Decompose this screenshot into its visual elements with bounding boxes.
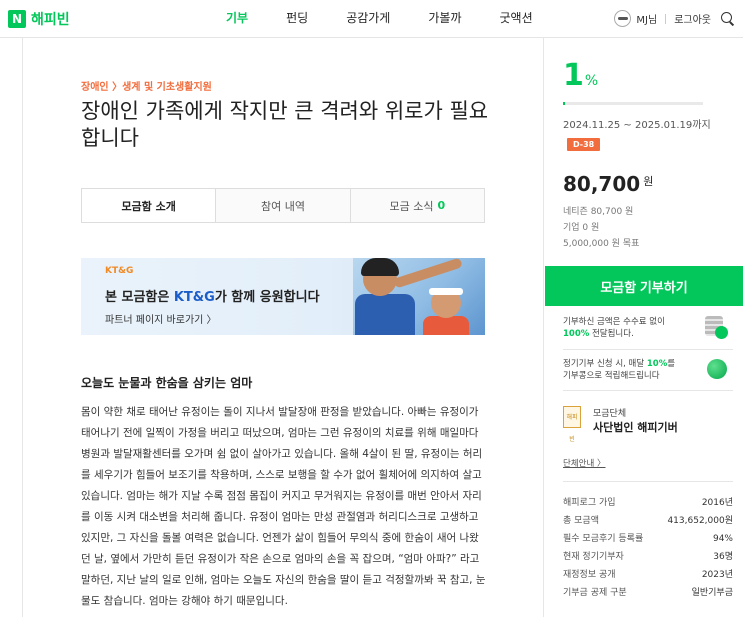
- menu-funding[interactable]: 펀딩: [286, 0, 308, 37]
- child-figure: [355, 294, 415, 335]
- story-heading: 오늘도 눈물과 한숨을 삼키는 엄마: [81, 376, 253, 390]
- stat-label: 총 모금액: [563, 516, 599, 526]
- stat-row: 필수 모금후기 등록률 94%: [563, 530, 733, 548]
- raised-amount: 80,700 원: [563, 172, 653, 196]
- ktg-logo: KT&G: [105, 266, 133, 276]
- menu-shall-we-go[interactable]: 가볼까: [428, 0, 461, 37]
- story-body: 몸이 약한 채로 태어난 유정이는 돌이 지나서 발달장애 판정을 받았습니다.…: [81, 406, 486, 607]
- stat-value: 일반기부금: [691, 588, 733, 598]
- stat-row: 현재 정기기부자 36명: [563, 548, 733, 566]
- divider: [563, 390, 733, 391]
- campaign-content: 장애인 〉생계 및 기초생활지원 장애인 가족에게 작지만 큰 격려와 위로가 …: [22, 38, 544, 617]
- category-breadcrumb[interactable]: 장애인 〉생계 및 기초생활지원: [81, 78, 212, 93]
- tab-news[interactable]: 모금 소식 0: [349, 189, 484, 222]
- organization-type: 모금단체: [593, 409, 627, 419]
- stat-value: 413,652,000원: [667, 516, 733, 526]
- donation-sidebar: 1% 2024.11.25 ~ 2025.01.19까지 D-38 80,700…: [545, 38, 743, 617]
- search-icon[interactable]: [721, 11, 735, 26]
- dday-badge: D-38: [567, 138, 601, 151]
- tab-participation[interactable]: 참여 내역: [215, 189, 350, 222]
- user-avatar-icon[interactable]: [614, 10, 632, 27]
- tab-news-count: 0: [437, 199, 446, 212]
- progress-percent: 1%: [563, 58, 598, 93]
- percent-value: 1: [563, 58, 584, 93]
- logout-link[interactable]: 로그아웃: [674, 11, 711, 26]
- divider: [563, 481, 733, 482]
- logo-text: 해피빈: [31, 12, 70, 28]
- campaign-period: 2024.11.25 ~ 2025.01.19까지: [563, 120, 711, 131]
- amount-unit: 원: [643, 175, 654, 188]
- tab-intro-label: 모금함 소개: [121, 199, 176, 213]
- happybean-logo[interactable]: N 해피빈: [8, 9, 70, 29]
- ktg-logo-text: KT&G: [105, 266, 134, 276]
- child-hair: [361, 258, 399, 276]
- regular-line1-prefix: 정기기부 신청 시, 매달: [563, 359, 647, 369]
- stat-value: 2023년: [701, 570, 733, 580]
- regular-line1-suffix: 를: [667, 359, 676, 369]
- main-menu: 기부 펀딩 공감가게 가볼까 굿액션: [226, 0, 571, 37]
- stat-label: 해피로그 가입: [563, 498, 616, 508]
- stat-label: 현재 정기기부자: [563, 552, 624, 562]
- banner-headline-prefix: 본 모금함은: [105, 290, 174, 305]
- netizen-amount: 네티즌 80,700 원: [563, 207, 634, 217]
- stat-label: 기부금 공제 구분: [563, 588, 627, 598]
- stat-label: 필수 모금후기 등록률: [563, 534, 644, 544]
- banner-headline-suffix: 가 함께 응원합니다: [214, 290, 320, 305]
- stat-value: 36명: [713, 552, 733, 562]
- stat-value: 94%: [712, 534, 733, 544]
- goal-amount: 5,000,000 원 목표: [563, 239, 640, 249]
- naver-logo-icon: N: [8, 10, 26, 28]
- menu-empathy-shop[interactable]: 공감가게: [346, 0, 390, 37]
- campaign-tabs: 모금함 소개 참여 내역 모금 소식 0: [81, 188, 485, 223]
- tab-participation-label: 참여 내역: [261, 199, 305, 213]
- stat-row: 재정정보 공개 2023년: [563, 566, 733, 584]
- amount-value: 80,700: [563, 172, 641, 196]
- amount-breakdown: 네티즌 80,700 원 기업 0 원 5,000,000 원 목표: [563, 204, 639, 252]
- child-figure-2: [423, 316, 469, 335]
- banner-headline: 본 모금함은 KT&G가 함께 응원합니다: [105, 286, 320, 305]
- child-headband: [429, 288, 463, 295]
- donate-button[interactable]: 모금함 기부하기: [545, 266, 743, 306]
- progress-bar-fill: [563, 102, 566, 105]
- progress-bar: [563, 102, 703, 105]
- organization-logo[interactable]: 해피빈: [563, 406, 581, 443]
- bean-icon: [707, 359, 727, 379]
- partner-page-link[interactable]: 파트너 페이지 바로가기 〉: [105, 311, 217, 326]
- child-arm: [393, 258, 463, 289]
- campaign-title: 장애인 가족에게 작지만 큰 격려와 위로가 필요합니다: [81, 99, 489, 150]
- top-navigation: N 해피빈 기부 펀딩 공감가게 가볼까 굿액션 MJ님 로그아웃: [0, 0, 743, 38]
- tab-news-label: 모금 소식: [389, 199, 434, 213]
- user-name[interactable]: MJ님: [636, 11, 657, 26]
- fee-free-line2-text: 전달됩니다.: [589, 329, 634, 339]
- organization-info-link[interactable]: 단체안내 〉: [563, 457, 605, 469]
- organization-name[interactable]: 사단법인 해피기버: [593, 419, 678, 435]
- banner-headline-highlight: KT&G: [173, 290, 215, 305]
- percent-unit: %: [584, 73, 599, 89]
- stat-label: 재정정보 공개: [563, 570, 616, 580]
- divider: [563, 349, 733, 350]
- menu-good-action[interactable]: 굿액션: [499, 0, 532, 37]
- tab-intro[interactable]: 모금함 소개: [82, 189, 216, 222]
- stat-row: 총 모금액 413,652,000원: [563, 512, 733, 530]
- banner-children-photo: [353, 258, 485, 335]
- divider: [665, 13, 667, 24]
- regular-bold: 10%: [646, 359, 668, 369]
- company-amount: 기업 0 원: [563, 223, 600, 233]
- partner-banner[interactable]: KT&G 본 모금함은 KT&G가 함께 응원합니다 파트너 페이지 바로가기 …: [81, 258, 485, 335]
- organization-stats: 해피로그 가입 2016년총 모금액 413,652,000원필수 모금후기 등록률…: [563, 494, 733, 602]
- menu-donate[interactable]: 기부: [226, 0, 248, 37]
- stat-row: 해피로그 가입 2016년: [563, 494, 733, 512]
- fee-free-bold: 100%: [563, 329, 590, 339]
- user-area: MJ님 로그아웃: [614, 0, 735, 37]
- coins-icon: [705, 316, 729, 340]
- stat-row: 기부금 공제 구분 일반기부금: [563, 584, 733, 602]
- stat-value: 2016년: [701, 498, 733, 508]
